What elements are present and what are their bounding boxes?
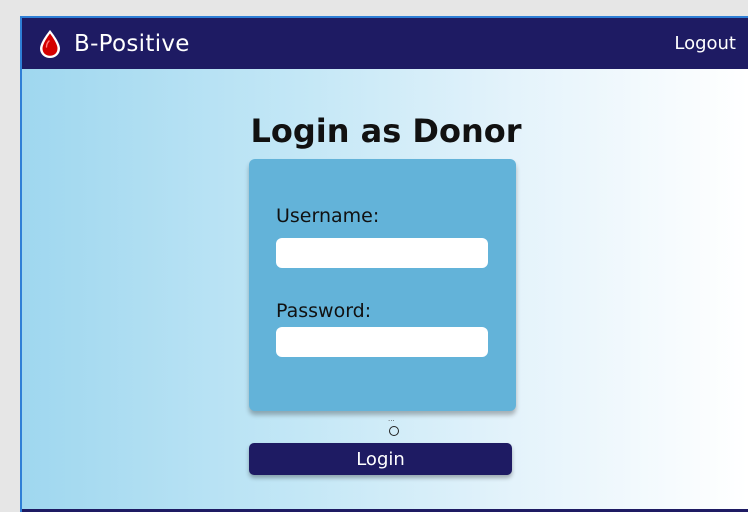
username-input[interactable] bbox=[276, 238, 488, 268]
login-button[interactable]: Login bbox=[249, 443, 512, 475]
dots-indicator: ... bbox=[388, 415, 395, 423]
logout-link[interactable]: Logout bbox=[674, 33, 736, 54]
page-title: Login as Donor bbox=[250, 112, 522, 150]
blood-drop-icon bbox=[40, 29, 60, 58]
brand[interactable]: B-Positive bbox=[38, 29, 190, 59]
brand-name: B-Positive bbox=[74, 30, 190, 57]
password-input[interactable] bbox=[276, 327, 488, 357]
navbar: B-Positive Logout bbox=[22, 18, 748, 69]
password-label: Password: bbox=[276, 300, 372, 322]
login-card: Username: Password: bbox=[249, 159, 516, 411]
circle-icon bbox=[389, 426, 399, 436]
app-frame: B-Positive Logout Login as Donor Usernam… bbox=[20, 16, 748, 512]
username-label: Username: bbox=[276, 205, 380, 227]
